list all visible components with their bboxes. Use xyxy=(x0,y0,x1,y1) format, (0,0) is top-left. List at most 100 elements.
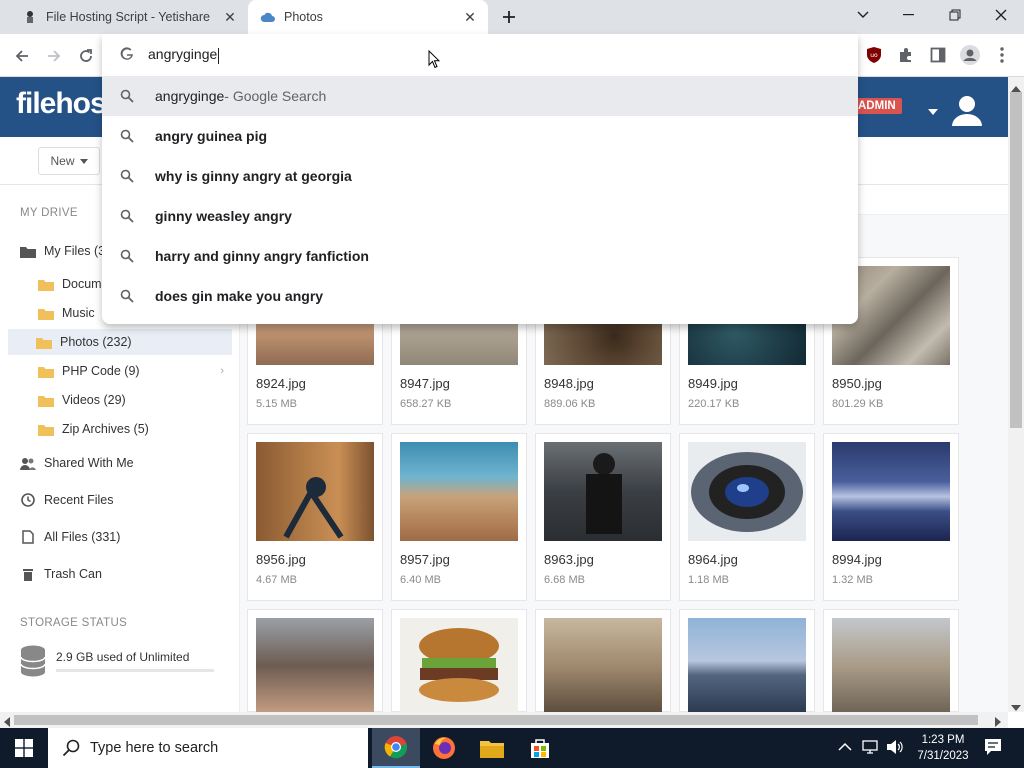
new-button[interactable]: New xyxy=(38,147,100,175)
windows-start-icon[interactable] xyxy=(0,728,48,768)
taskbar-search[interactable]: Type here to search xyxy=(48,728,368,768)
tab-yetishare[interactable]: File Hosting Script - Yetishare ✕ xyxy=(8,0,248,34)
file-name: 8949.jpg xyxy=(688,376,738,391)
vertical-scroll-thumb[interactable] xyxy=(1010,92,1022,428)
horizontal-scroll-thumb[interactable] xyxy=(14,715,978,725)
yetishare-favicon-icon xyxy=(22,9,38,25)
photo-thumbnail xyxy=(256,618,374,713)
clock-icon xyxy=(20,493,36,507)
mouse-cursor-icon xyxy=(428,49,441,72)
chrome-taskbar-icon[interactable] xyxy=(372,728,420,768)
scroll-down-icon[interactable] xyxy=(1011,699,1021,714)
minimize-icon[interactable] xyxy=(886,0,932,30)
sidebar-item-recent[interactable]: Recent Files xyxy=(20,487,113,513)
file-size: 658.27 KB xyxy=(400,398,452,410)
search-icon xyxy=(120,89,134,103)
sidebar-item-label: Shared With Me xyxy=(44,456,134,470)
back-icon[interactable] xyxy=(8,42,36,70)
sidebar-item-my-files[interactable]: My Files (3 xyxy=(20,238,105,264)
profile-icon[interactable] xyxy=(958,43,982,67)
file-card[interactable] xyxy=(247,609,383,713)
new-button-label: New xyxy=(50,154,75,168)
user-avatar[interactable] xyxy=(950,92,984,126)
file-card[interactable]: 8956.jpg 4.67 MB xyxy=(247,433,383,601)
file-size: 6.68 MB xyxy=(544,574,585,586)
suggestion-text: ginny weasley angry xyxy=(155,208,292,224)
photo-thumbnail xyxy=(400,618,518,713)
file-explorer-taskbar-icon[interactable] xyxy=(468,728,516,768)
store-taskbar-icon[interactable] xyxy=(516,728,564,768)
sidebar-item-music[interactable]: Music xyxy=(38,300,95,326)
folder-icon xyxy=(38,277,54,291)
sidebar-item-trash[interactable]: Trash Can xyxy=(20,561,102,587)
omnibox-input[interactable]: angryginge xyxy=(148,46,748,64)
suggestion-item[interactable]: harry and ginny angry fanfiction xyxy=(102,236,858,276)
ublock-origin-icon[interactable]: uo xyxy=(862,43,886,67)
sidebar-item-label: Videos (29) xyxy=(62,393,126,407)
omnibox[interactable]: angryginge xyxy=(102,34,858,76)
database-icon xyxy=(20,645,46,680)
suggestion-suffix: - Google Search xyxy=(224,88,327,104)
file-name: 8947.jpg xyxy=(400,376,450,391)
file-card[interactable]: 8963.jpg 6.68 MB xyxy=(535,433,671,601)
suggestion-item[interactable]: ginny weasley angry xyxy=(102,196,858,236)
file-card[interactable] xyxy=(823,609,959,713)
admin-badge: ADMIN xyxy=(852,98,902,114)
search-icon xyxy=(62,739,80,757)
plus-icon[interactable] xyxy=(498,6,520,28)
site-logo[interactable]: filehos xyxy=(16,87,107,121)
folder-icon xyxy=(38,422,54,436)
tab-search-icon[interactable] xyxy=(840,0,886,30)
file-name: 8956.jpg xyxy=(256,552,306,567)
volume-icon[interactable] xyxy=(886,739,904,758)
close-icon[interactable]: ✕ xyxy=(460,7,480,27)
close-icon[interactable]: ✕ xyxy=(220,7,240,27)
suggestion-item[interactable]: why is ginny angry at georgia xyxy=(102,156,858,196)
suggestion-item[interactable]: angry guinea pig xyxy=(102,116,858,156)
sidebar-item-label: PHP Code (9) xyxy=(62,364,140,378)
suggestion-item[interactable]: does gin make you angry xyxy=(102,276,858,316)
system-clock[interactable]: 1:23 PM 7/31/2023 xyxy=(912,732,974,764)
file-card[interactable]: 8994.jpg 1.32 MB xyxy=(823,433,959,601)
file-card[interactable] xyxy=(535,609,671,713)
sidebar-item-videos[interactable]: Videos (29) xyxy=(38,387,126,413)
menu-kebab-icon[interactable] xyxy=(990,43,1014,67)
file-size: 1.32 MB xyxy=(832,574,873,586)
scroll-up-icon[interactable] xyxy=(1011,80,1021,95)
forward-icon[interactable] xyxy=(40,42,68,70)
firefox-taskbar-icon[interactable] xyxy=(420,728,468,768)
file-card[interactable] xyxy=(391,609,527,713)
suggestion-item[interactable]: angryginge - Google Search xyxy=(102,76,858,116)
folder-icon xyxy=(36,335,52,349)
photo-thumbnail xyxy=(832,618,950,713)
search-icon xyxy=(120,209,134,223)
file-size: 1.18 MB xyxy=(688,574,729,586)
tab-photos[interactable]: Photos ✕ xyxy=(248,0,488,34)
sidebar-item-label: Music xyxy=(62,306,95,320)
file-size: 889.06 KB xyxy=(544,398,596,410)
file-card[interactable]: 8964.jpg 1.18 MB xyxy=(679,433,815,601)
side-panel-icon[interactable] xyxy=(926,43,950,67)
photo-thumbnail xyxy=(544,618,662,713)
trash-icon xyxy=(20,567,36,581)
sidebar-item-shared[interactable]: Shared With Me xyxy=(20,450,134,476)
sidebar-item-photos[interactable]: Photos (232) xyxy=(8,329,232,355)
caret-down-icon[interactable] xyxy=(928,103,938,118)
chevron-up-icon[interactable] xyxy=(838,740,852,755)
close-window-icon[interactable] xyxy=(978,0,1024,30)
file-card[interactable] xyxy=(679,609,815,713)
sidebar-item-all-files[interactable]: All Files (331) xyxy=(20,524,120,550)
restore-icon[interactable] xyxy=(932,0,978,30)
extensions-puzzle-icon[interactable] xyxy=(894,43,918,67)
search-icon xyxy=(120,289,134,303)
network-icon[interactable] xyxy=(862,739,880,758)
chevron-right-icon[interactable]: › xyxy=(220,365,224,377)
sidebar-item-php-code[interactable]: PHP Code (9) › xyxy=(38,358,228,384)
photo-thumbnail xyxy=(544,442,662,541)
file-card[interactable]: 8957.jpg 6.40 MB xyxy=(391,433,527,601)
file-name: 8948.jpg xyxy=(544,376,594,391)
sidebar-item-zip-archives[interactable]: Zip Archives (5) xyxy=(38,416,149,442)
sidebar-item-documents[interactable]: Docum xyxy=(38,271,102,297)
reload-icon[interactable] xyxy=(72,42,100,70)
notification-icon[interactable] xyxy=(984,738,1002,759)
